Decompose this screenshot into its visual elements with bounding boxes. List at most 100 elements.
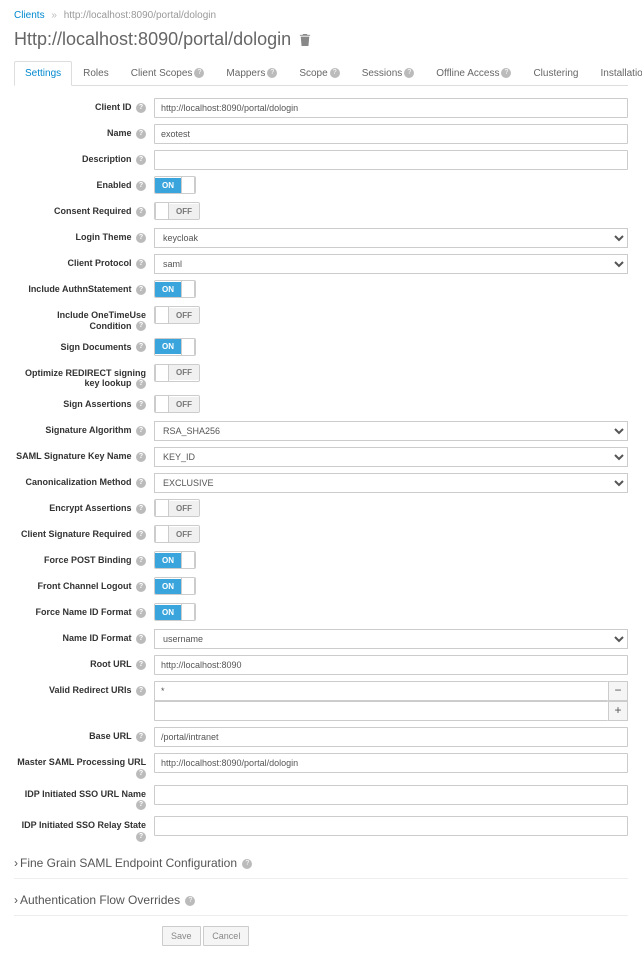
- field-label: Root URL ?: [14, 655, 154, 670]
- tab-offline-access[interactable]: Offline Access?: [425, 61, 522, 86]
- field-label: Base URL ?: [14, 727, 154, 742]
- text-input[interactable]: [154, 98, 628, 118]
- breadcrumb-clients-link[interactable]: Clients: [14, 10, 45, 21]
- tab-clustering[interactable]: Clustering: [522, 61, 589, 86]
- toggle[interactable]: ON: [154, 551, 196, 569]
- help-icon[interactable]: ?: [136, 155, 146, 165]
- field-label: Client Protocol ?: [14, 254, 154, 269]
- tab-mappers[interactable]: Mappers?: [215, 61, 288, 86]
- field-label: Front Channel Logout ?: [14, 577, 154, 592]
- breadcrumb-separator: »: [51, 10, 57, 21]
- help-icon[interactable]: ?: [136, 582, 146, 592]
- help-icon[interactable]: ?: [136, 452, 146, 462]
- tab-sessions[interactable]: Sessions?: [351, 61, 426, 86]
- tab-scope[interactable]: Scope?: [288, 61, 350, 86]
- toggle[interactable]: OFF: [154, 364, 200, 382]
- field-label: Description ?: [14, 150, 154, 165]
- text-input[interactable]: [154, 753, 628, 773]
- tab-roles[interactable]: Roles: [72, 61, 120, 86]
- help-icon[interactable]: ?: [136, 769, 146, 779]
- trash-icon[interactable]: [299, 33, 311, 47]
- field-label: Name ID Format ?: [14, 629, 154, 644]
- select-input[interactable]: saml: [154, 254, 628, 274]
- text-input[interactable]: [154, 124, 628, 144]
- text-input[interactable]: [154, 816, 628, 836]
- save-button[interactable]: Save: [162, 926, 201, 946]
- help-icon[interactable]: ?: [136, 660, 146, 670]
- field-label: Login Theme ?: [14, 228, 154, 243]
- cancel-button[interactable]: Cancel: [203, 926, 249, 946]
- text-input[interactable]: [154, 727, 628, 747]
- tabs: SettingsRolesClient Scopes?Mappers?Scope…: [14, 60, 628, 86]
- field-label: Name ?: [14, 124, 154, 139]
- help-icon[interactable]: ?: [136, 556, 146, 566]
- tab-client-scopes[interactable]: Client Scopes?: [120, 61, 216, 86]
- help-icon[interactable]: ?: [136, 530, 146, 540]
- help-icon[interactable]: ?: [136, 686, 146, 696]
- text-input[interactable]: [154, 150, 628, 170]
- add-uri-button[interactable]: +: [608, 701, 628, 721]
- help-icon[interactable]: ?: [136, 321, 146, 331]
- help-icon[interactable]: ?: [242, 859, 252, 869]
- chevron-right-icon: ›: [14, 893, 18, 907]
- toggle[interactable]: ON: [154, 176, 196, 194]
- field-label: Master SAML Processing URL ?: [14, 753, 154, 779]
- chevron-right-icon: ›: [14, 856, 18, 870]
- toggle[interactable]: OFF: [154, 306, 200, 324]
- redirect-uri-input-new[interactable]: [154, 701, 608, 721]
- field-label: IDP Initiated SSO URL Name ?: [14, 785, 154, 811]
- toggle[interactable]: OFF: [154, 499, 200, 517]
- help-icon[interactable]: ?: [185, 896, 195, 906]
- toggle[interactable]: OFF: [154, 202, 200, 220]
- help-icon: ?: [194, 68, 204, 78]
- help-icon[interactable]: ?: [136, 379, 146, 389]
- select-input[interactable]: RSA_SHA256: [154, 421, 628, 441]
- collapsible-section[interactable]: ›Fine Grain SAML Endpoint Configuration …: [14, 848, 628, 879]
- field-label: IDP Initiated SSO Relay State ?: [14, 816, 154, 842]
- select-input[interactable]: keycloak: [154, 228, 628, 248]
- select-input[interactable]: username: [154, 629, 628, 649]
- help-icon: ?: [501, 68, 511, 78]
- help-icon[interactable]: ?: [136, 400, 146, 410]
- help-icon[interactable]: ?: [136, 634, 146, 644]
- remove-uri-button[interactable]: −: [608, 681, 628, 701]
- select-input[interactable]: EXCLUSIVE: [154, 473, 628, 493]
- help-icon[interactable]: ?: [136, 207, 146, 217]
- help-icon[interactable]: ?: [136, 478, 146, 488]
- text-input[interactable]: [154, 655, 628, 675]
- toggle[interactable]: OFF: [154, 525, 200, 543]
- help-icon[interactable]: ?: [136, 504, 146, 514]
- toggle[interactable]: ON: [154, 603, 196, 621]
- text-input[interactable]: [154, 785, 628, 805]
- help-icon[interactable]: ?: [136, 181, 146, 191]
- help-icon[interactable]: ?: [136, 832, 146, 842]
- toggle[interactable]: ON: [154, 577, 196, 595]
- toggle[interactable]: OFF: [154, 395, 200, 413]
- field-label: Sign Assertions ?: [14, 395, 154, 410]
- field-label: Client ID ?: [14, 98, 154, 113]
- collapsible-section[interactable]: ›Authentication Flow Overrides ?: [14, 885, 628, 916]
- field-label: Canonicalization Method ?: [14, 473, 154, 488]
- help-icon[interactable]: ?: [136, 259, 146, 269]
- help-icon[interactable]: ?: [136, 129, 146, 139]
- help-icon[interactable]: ?: [136, 800, 146, 810]
- help-icon[interactable]: ?: [136, 426, 146, 436]
- redirect-uri-input[interactable]: [154, 681, 608, 701]
- help-icon[interactable]: ?: [136, 233, 146, 243]
- help-icon[interactable]: ?: [136, 285, 146, 295]
- help-icon[interactable]: ?: [136, 608, 146, 618]
- help-icon[interactable]: ?: [136, 103, 146, 113]
- help-icon[interactable]: ?: [136, 732, 146, 742]
- help-icon: ?: [330, 68, 340, 78]
- field-label: Include OneTimeUse Condition ?: [14, 306, 154, 332]
- tab-settings[interactable]: Settings: [14, 61, 72, 86]
- toggle[interactable]: ON: [154, 338, 196, 356]
- field-label: Force POST Binding ?: [14, 551, 154, 566]
- toggle[interactable]: ON: [154, 280, 196, 298]
- tab-installation[interactable]: Installation?: [589, 61, 642, 86]
- breadcrumb-current: http://localhost:8090/portal/dologin: [64, 10, 216, 21]
- field-label: Optimize REDIRECT signing key lookup ?: [14, 364, 154, 390]
- field-label: Signature Algorithm ?: [14, 421, 154, 436]
- select-input[interactable]: KEY_ID: [154, 447, 628, 467]
- help-icon[interactable]: ?: [136, 342, 146, 352]
